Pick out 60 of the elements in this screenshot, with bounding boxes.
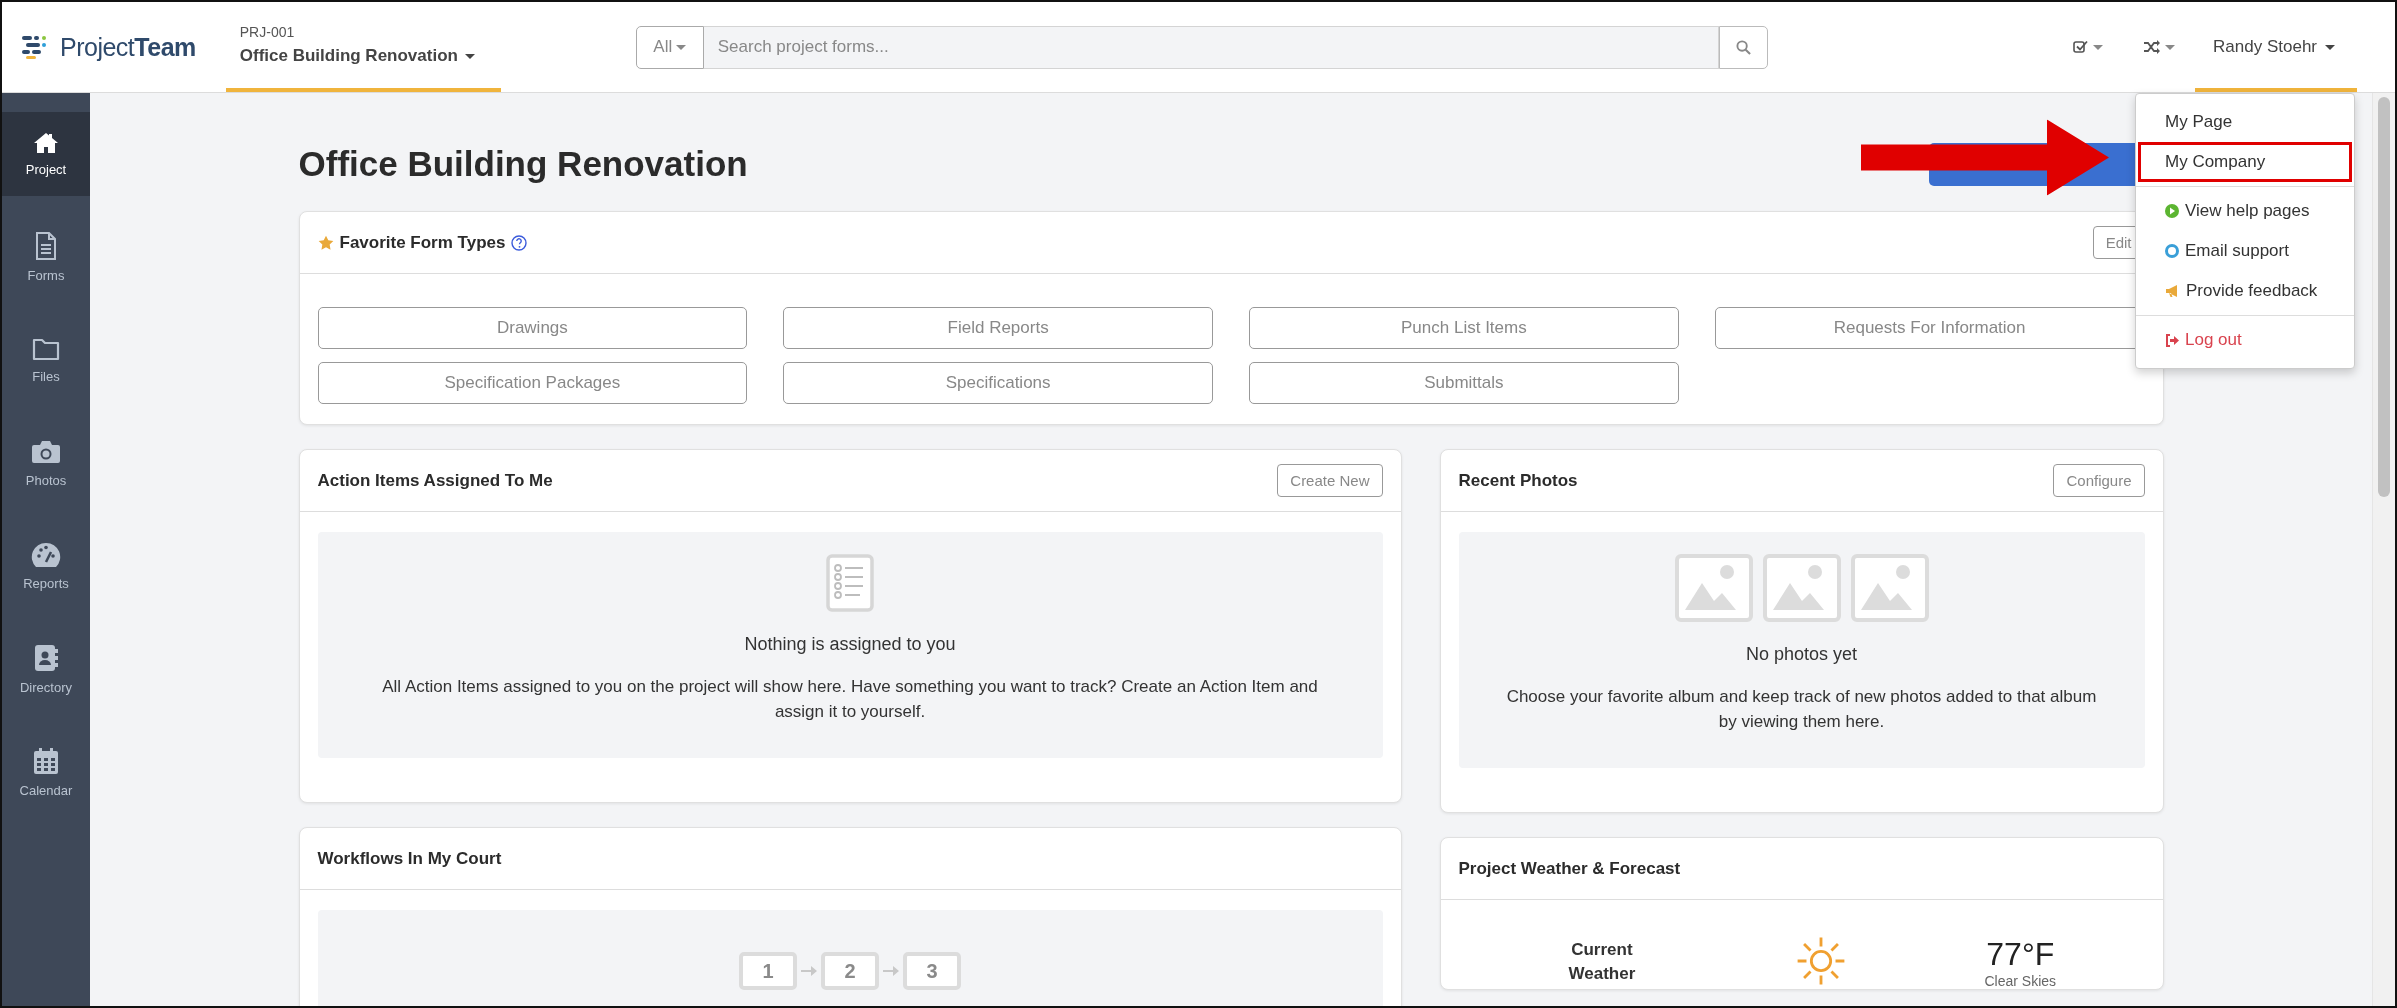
image-icon bbox=[1850, 554, 1929, 622]
contact-book-icon bbox=[33, 643, 59, 672]
card-title: Workflows In My Court bbox=[317, 848, 502, 869]
form-type-button[interactable]: Specification Packages bbox=[317, 362, 748, 404]
logo-text: ProjectTeam bbox=[60, 32, 196, 62]
step-arrow-icon bbox=[883, 966, 899, 977]
search-icon bbox=[1735, 39, 1751, 55]
menu-item[interactable]: My Page bbox=[2138, 102, 2352, 142]
form-type-button[interactable]: Drawings bbox=[317, 307, 748, 349]
home-icon bbox=[33, 131, 59, 154]
sidebar-item[interactable]: Reports bbox=[2, 524, 90, 608]
scope-dropdown[interactable]: All bbox=[635, 25, 704, 69]
empty-state-title: No photos yet bbox=[1745, 644, 1858, 665]
step-arrow-icon bbox=[801, 966, 817, 977]
form-type-button[interactable]: Submittals bbox=[1249, 362, 1679, 404]
create-new-button[interactable]: Create New bbox=[1277, 464, 1383, 497]
search-button[interactable] bbox=[1718, 25, 1768, 69]
projectteam-logo[interactable]: ProjectTeam bbox=[2, 2, 214, 92]
card-title: Project Weather & Forecast bbox=[1458, 858, 1681, 879]
project-code: PRJ-001 bbox=[239, 24, 295, 40]
form-type-button[interactable]: Specifications bbox=[783, 362, 1213, 404]
image-icon bbox=[1674, 554, 1753, 622]
folder-icon bbox=[32, 336, 60, 361]
form-type-button[interactable]: Field Reports bbox=[783, 307, 1213, 349]
form-type-button[interactable]: Punch List Items bbox=[1249, 307, 1679, 349]
sidebar-item[interactable]: Project bbox=[2, 112, 90, 196]
play-icon bbox=[2165, 204, 2179, 218]
checklist-icon bbox=[826, 554, 874, 612]
checkbox-icon bbox=[2073, 40, 2090, 54]
sidebar-item[interactable]: Directory bbox=[2, 627, 90, 711]
gauge-icon bbox=[31, 541, 61, 568]
configure-button[interactable]: Configure bbox=[2053, 464, 2145, 497]
card-title: Favorite Form Types bbox=[339, 232, 506, 253]
image-icon bbox=[1762, 554, 1841, 622]
shuffle-icon bbox=[2143, 40, 2162, 54]
card-title: Recent Photos bbox=[1458, 470, 1578, 491]
weather-condition: Clear Skies bbox=[1984, 973, 2057, 990]
project-selector[interactable]: Office Building Renovation bbox=[239, 46, 475, 66]
calendar-icon bbox=[33, 746, 59, 775]
empty-state-text: Choose your favorite album and keep track of new photos added to that album by viewing them here. bbox=[1505, 686, 2098, 733]
workflow-steps-drawing: 1 2 3 bbox=[739, 952, 961, 991]
scrollbar[interactable] bbox=[2372, 93, 2395, 1006]
logout-icon bbox=[2165, 333, 2179, 347]
help-icon[interactable] bbox=[511, 234, 528, 251]
sidebar-item[interactable]: Photos bbox=[2, 421, 90, 505]
camera-icon bbox=[31, 438, 61, 465]
sidebar-item[interactable]: Files bbox=[2, 318, 90, 402]
empty-state-title: Nothing is assigned to you bbox=[744, 634, 956, 655]
megaphone-icon bbox=[2165, 284, 2180, 298]
temperature: 77°F bbox=[1986, 936, 2055, 974]
sidebar-item[interactable]: Calendar bbox=[2, 730, 90, 814]
lifebuoy-icon bbox=[2165, 244, 2179, 258]
document-icon bbox=[35, 231, 57, 260]
empty-state-text: All Action Items assigned to you on the project will show here. Have something you want to track? Create an Action Item and assign it to yourself. bbox=[381, 676, 1319, 723]
search-field[interactable]: Search project forms... bbox=[703, 25, 1719, 69]
star-icon bbox=[317, 234, 334, 251]
card-title: Action Items Assigned To Me bbox=[317, 470, 553, 491]
page-title: Office Building Renovation bbox=[298, 144, 748, 184]
current-weather-label: Current Weather bbox=[1567, 939, 1637, 986]
sidebar-item[interactable]: Forms bbox=[2, 215, 90, 299]
